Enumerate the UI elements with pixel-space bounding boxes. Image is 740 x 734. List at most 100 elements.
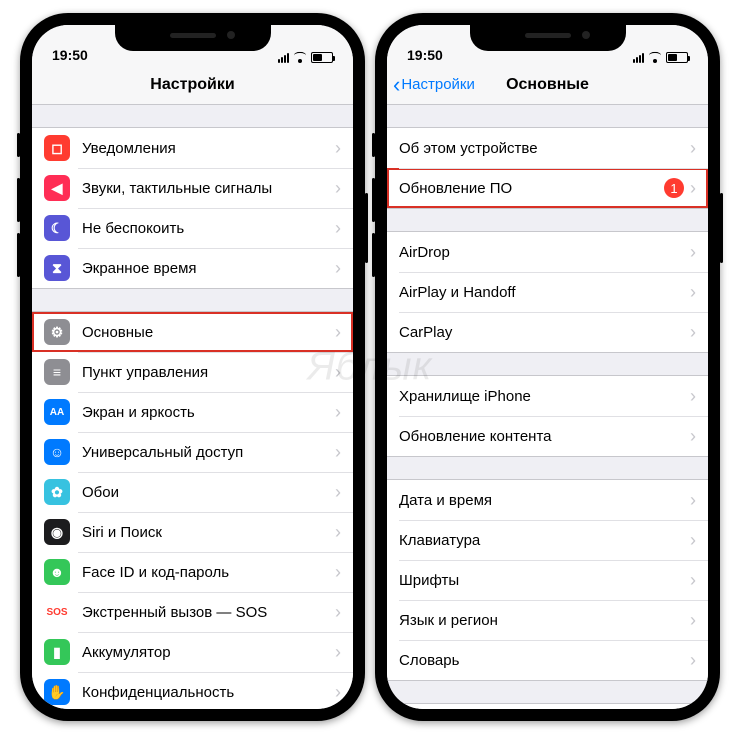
chevron-right-icon: › [690, 282, 696, 303]
hand-icon: ✋ [44, 679, 70, 705]
chevron-right-icon: › [335, 682, 341, 703]
chevron-right-icon: › [335, 322, 341, 343]
chevron-right-icon: › [335, 138, 341, 159]
chevron-right-icon: › [335, 642, 341, 663]
chevron-right-icon: › [690, 610, 696, 631]
row-screentime[interactable]: ⧗ Экранное время› [32, 248, 353, 288]
settings-group: ⚙Основные›≡Пункт управления›AAЭкран и яр… [32, 311, 353, 709]
row-faceid[interactable]: ☻ Face ID и код-пароль› [32, 552, 353, 592]
switches-icon: ≡ [44, 359, 70, 385]
settings-group: ◻Уведомления›◀Звуки, тактильные сигналы›… [32, 127, 353, 289]
face-icon: ☻ [44, 559, 70, 585]
row-label: Обновление контента [399, 428, 690, 445]
row-label: Face ID и код-пароль [82, 564, 335, 581]
row-dnd[interactable]: ☾ Не беспокоить› [32, 208, 353, 248]
row-label: Экран и яркость [82, 404, 335, 421]
row-about[interactable]: Об этом устройстве› [387, 128, 708, 168]
row-siri[interactable]: ◉Siri и Поиск› [32, 512, 353, 552]
chevron-right-icon: › [335, 178, 341, 199]
person-icon: ☺ [44, 439, 70, 465]
row-label: Обновление ПО [399, 180, 664, 197]
nav-bar: ‹ Настройки Основные [387, 65, 708, 105]
cellular-icon [278, 52, 289, 63]
row-wallpaper[interactable]: ✿Обои› [32, 472, 353, 512]
chevron-left-icon: ‹ [393, 74, 400, 96]
row-background-refresh[interactable]: Обновление контента› [387, 416, 708, 456]
settings-group: VPNНе подключено›ПрофильiOS 13 & iPadOS … [387, 703, 708, 709]
row-label: Пункт управления [82, 364, 335, 381]
chevron-right-icon: › [690, 242, 696, 263]
settings-group: AirDrop›AirPlay и Handoff›CarPlay› [387, 231, 708, 353]
row-label: Звуки, тактильные сигналы [82, 180, 335, 197]
chevron-right-icon: › [690, 426, 696, 447]
row-battery[interactable]: ▮ Аккумулятор› [32, 632, 353, 672]
moon-icon: ☾ [44, 215, 70, 241]
settings-group: Об этом устройстве›Обновление ПО1› [387, 127, 708, 209]
wifi-icon [648, 52, 662, 63]
row-label: Об этом устройстве [399, 140, 690, 157]
row-label: Шрифты [399, 572, 690, 589]
row-label: Язык и регион [399, 612, 690, 629]
chevron-right-icon: › [335, 602, 341, 623]
row-airplay[interactable]: AirPlay и Handoff› [387, 272, 708, 312]
row-vpn[interactable]: VPNНе подключено› [387, 704, 708, 709]
row-label: Обои [82, 484, 335, 501]
chevron-right-icon: › [335, 562, 341, 583]
notch [115, 25, 271, 51]
row-airdrop[interactable]: AirDrop› [387, 232, 708, 272]
battery-icon [311, 52, 333, 63]
row-keyboard[interactable]: Клавиатура› [387, 520, 708, 560]
chevron-right-icon: › [690, 138, 696, 159]
hourglass-icon: ⧗ [44, 255, 70, 281]
row-label: Экранное время [82, 260, 335, 277]
row-label: Универсальный доступ [82, 444, 335, 461]
phone-left: 19:50 Настройки ◻Уведомления›◀Звуки, так… [20, 13, 365, 721]
AA-icon: AA [44, 399, 70, 425]
SOS-icon: SOS [44, 599, 70, 625]
chevron-right-icon: › [335, 442, 341, 463]
chevron-right-icon: › [690, 490, 696, 511]
row-datetime[interactable]: Дата и время› [387, 480, 708, 520]
row-label: Конфиденциальность [82, 684, 335, 701]
row-control-center[interactable]: ≡ Пункт управления› [32, 352, 353, 392]
row-label: Не беспокоить [82, 220, 335, 237]
back-label: Настройки [401, 76, 475, 93]
notch [470, 25, 626, 51]
row-sounds[interactable]: ◀Звуки, тактильные сигналы› [32, 168, 353, 208]
row-label: CarPlay [399, 324, 690, 341]
row-privacy[interactable]: ✋ Конфиденциальность› [32, 672, 353, 709]
general-list[interactable]: Об этом устройстве›Обновление ПО1›AirDro… [387, 105, 708, 709]
chevron-right-icon: › [335, 258, 341, 279]
page-title: Настройки [32, 76, 353, 94]
row-label: Основные [82, 324, 335, 341]
row-display[interactable]: AAЭкран и яркость› [32, 392, 353, 432]
chevron-right-icon: › [335, 218, 341, 239]
battery-icon: ▮ [44, 639, 70, 665]
row-label: Siri и Поиск [82, 524, 335, 541]
row-label: AirPlay и Handoff [399, 284, 690, 301]
row-accessibility[interactable]: ☺ Универсальный доступ› [32, 432, 353, 472]
row-general[interactable]: ⚙ Основные› [32, 312, 353, 352]
row-language[interactable]: Язык и регион› [387, 600, 708, 640]
wifi-icon [293, 52, 307, 63]
siri-icon: ◉ [44, 519, 70, 545]
row-label: Словарь [399, 652, 690, 669]
cellular-icon [633, 52, 644, 63]
chevron-right-icon: › [335, 362, 341, 383]
chevron-right-icon: › [335, 482, 341, 503]
back-button[interactable]: ‹ Настройки [387, 74, 475, 96]
row-label: Аккумулятор [82, 644, 335, 661]
row-storage[interactable]: Хранилище iPhone› [387, 376, 708, 416]
row-dictionary[interactable]: Словарь› [387, 640, 708, 680]
chevron-right-icon: › [690, 322, 696, 343]
row-notifications[interactable]: ◻Уведомления› [32, 128, 353, 168]
row-fonts[interactable]: Шрифты› [387, 560, 708, 600]
row-sos[interactable]: SOS Экстренный вызов — SOS› [32, 592, 353, 632]
row-label: Уведомления [82, 140, 335, 157]
row-label: Экстренный вызов — SOS [82, 604, 335, 621]
row-software-update[interactable]: Обновление ПО1› [387, 168, 708, 208]
row-carplay[interactable]: CarPlay› [387, 312, 708, 352]
settings-list[interactable]: ◻Уведомления›◀Звуки, тактильные сигналы›… [32, 105, 353, 709]
gear-icon: ⚙ [44, 319, 70, 345]
row-label: AirDrop [399, 244, 690, 261]
